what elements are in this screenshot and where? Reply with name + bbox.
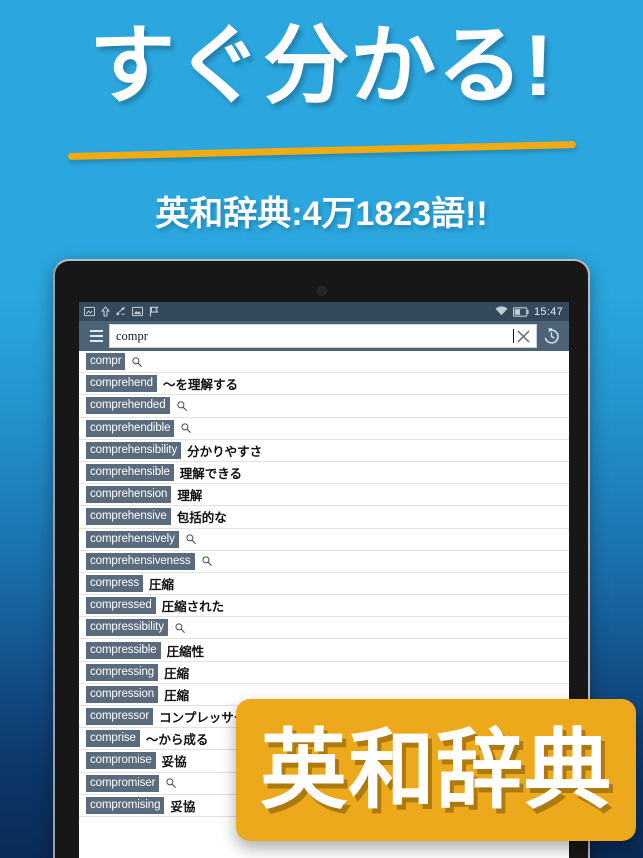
word-gloss: 包括的な — [176, 511, 227, 526]
word-term: compressing — [86, 663, 159, 681]
word-list-item[interactable]: compressibility — [79, 617, 569, 640]
status-bar-right-icons: 15:47 — [495, 306, 563, 318]
close-icon[interactable] — [514, 327, 532, 345]
search-icon[interactable] — [186, 534, 196, 545]
word-list-item[interactable]: comprehensively — [79, 528, 569, 551]
word-list-item[interactable]: comprehendible — [79, 417, 569, 440]
word-list-item[interactable]: comprehensiveness — [79, 550, 569, 573]
word-term: comprehensive — [86, 508, 171, 526]
word-term: compressible — [86, 641, 161, 659]
word-list-item[interactable]: comprehended — [79, 395, 569, 418]
word-term: compressed — [86, 597, 156, 615]
word-gloss: 理解 — [177, 489, 203, 504]
word-gloss: 妥協 — [161, 755, 187, 770]
word-gloss: 〜を理解する — [162, 378, 238, 393]
app-screenshot: すぐ分かる! 英和辞典:4万1823語!! 15:47 compr compr … — [0, 0, 643, 858]
status-bar-clock: 15:47 — [533, 305, 563, 318]
app-name-badge-label: 英和辞典 — [260, 721, 612, 819]
search-icon[interactable] — [166, 778, 177, 789]
word-term: comprehension — [86, 486, 172, 504]
word-list-item[interactable]: comprehensible 理解できる — [79, 461, 569, 485]
word-gloss: 分かりやすさ — [187, 444, 263, 459]
word-term: comprehensibility — [86, 441, 182, 459]
word-term: comprehensiveness — [86, 552, 195, 570]
word-gloss: 圧縮 — [164, 688, 190, 703]
word-gloss: 圧縮性 — [166, 644, 205, 659]
bluetooth-icon — [116, 307, 125, 316]
hero-header: すぐ分かる! 英和辞典:4万1823語!! — [0, 0, 643, 252]
search-input-value: compr — [116, 328, 148, 343]
word-term: comprehend — [86, 375, 157, 393]
wifi-icon — [495, 306, 508, 316]
word-term: compr — [86, 353, 126, 371]
word-list-item[interactable]: comprehensibility 分かりやすさ — [79, 439, 569, 462]
search-icon[interactable] — [181, 423, 192, 434]
word-term: compromising — [86, 796, 165, 814]
word-term: compressor — [86, 708, 154, 726]
word-term: compression — [86, 685, 159, 703]
word-term: comprehensively — [86, 530, 179, 548]
word-term: compress — [86, 574, 144, 592]
hero-title: すぐ分かる! — [89, 18, 554, 114]
word-gloss: 理解できる — [179, 467, 243, 482]
word-term: compromiser — [86, 774, 160, 792]
word-list-item[interactable]: comprehend 〜を理解する — [79, 373, 569, 396]
word-gloss: 圧縮 — [149, 577, 175, 592]
flag-icon — [149, 306, 159, 317]
word-gloss: 妥協 — [170, 799, 196, 814]
picture-icon — [132, 306, 143, 317]
word-gloss: コンプレッサー — [159, 711, 247, 726]
upload-arrow-icon — [101, 306, 110, 317]
search-icon[interactable] — [132, 357, 143, 367]
search-icon[interactable] — [175, 623, 185, 633]
word-term: comprise — [86, 730, 140, 748]
word-term: comprehended — [86, 397, 170, 415]
word-gloss: 〜から成る — [145, 733, 209, 748]
word-list-item[interactable]: compr — [79, 351, 569, 374]
word-term: compromise — [86, 752, 156, 770]
word-term: comprehendible — [86, 419, 175, 437]
word-list-item[interactable]: comprehension 理解 — [79, 484, 569, 507]
word-term: compressibility — [86, 619, 168, 637]
battery-icon — [512, 306, 529, 317]
screenshot-icon — [84, 306, 95, 317]
word-list-item[interactable]: compress 圧縮 — [79, 572, 569, 596]
word-gloss: 圧縮 — [164, 666, 190, 681]
front-camera-icon — [316, 286, 327, 296]
history-clock-icon[interactable] — [537, 321, 565, 351]
hero-underline-accent — [67, 141, 577, 160]
word-term: comprehensible — [86, 464, 174, 482]
word-list-item[interactable]: comprehensive 包括的な — [79, 506, 569, 529]
word-list-item[interactable]: compressed 圧縮された — [79, 595, 569, 618]
app-name-badge: 英和辞典 — [236, 699, 636, 841]
word-gloss: 圧縮された — [161, 600, 225, 615]
word-list-item[interactable]: compressible 圧縮性 — [79, 639, 569, 662]
search-toolbar: compr — [79, 321, 569, 351]
hamburger-icon[interactable] — [83, 321, 109, 351]
search-input[interactable]: compr — [109, 324, 537, 348]
search-icon[interactable] — [201, 556, 212, 567]
android-status-bar: 15:47 — [79, 302, 569, 321]
word-list-item[interactable]: compressing 圧縮 — [79, 661, 569, 684]
hero-subtitle: 英和辞典:4万1823語!! — [155, 195, 488, 233]
search-icon[interactable] — [176, 401, 187, 411]
status-bar-left-icons — [84, 306, 495, 317]
